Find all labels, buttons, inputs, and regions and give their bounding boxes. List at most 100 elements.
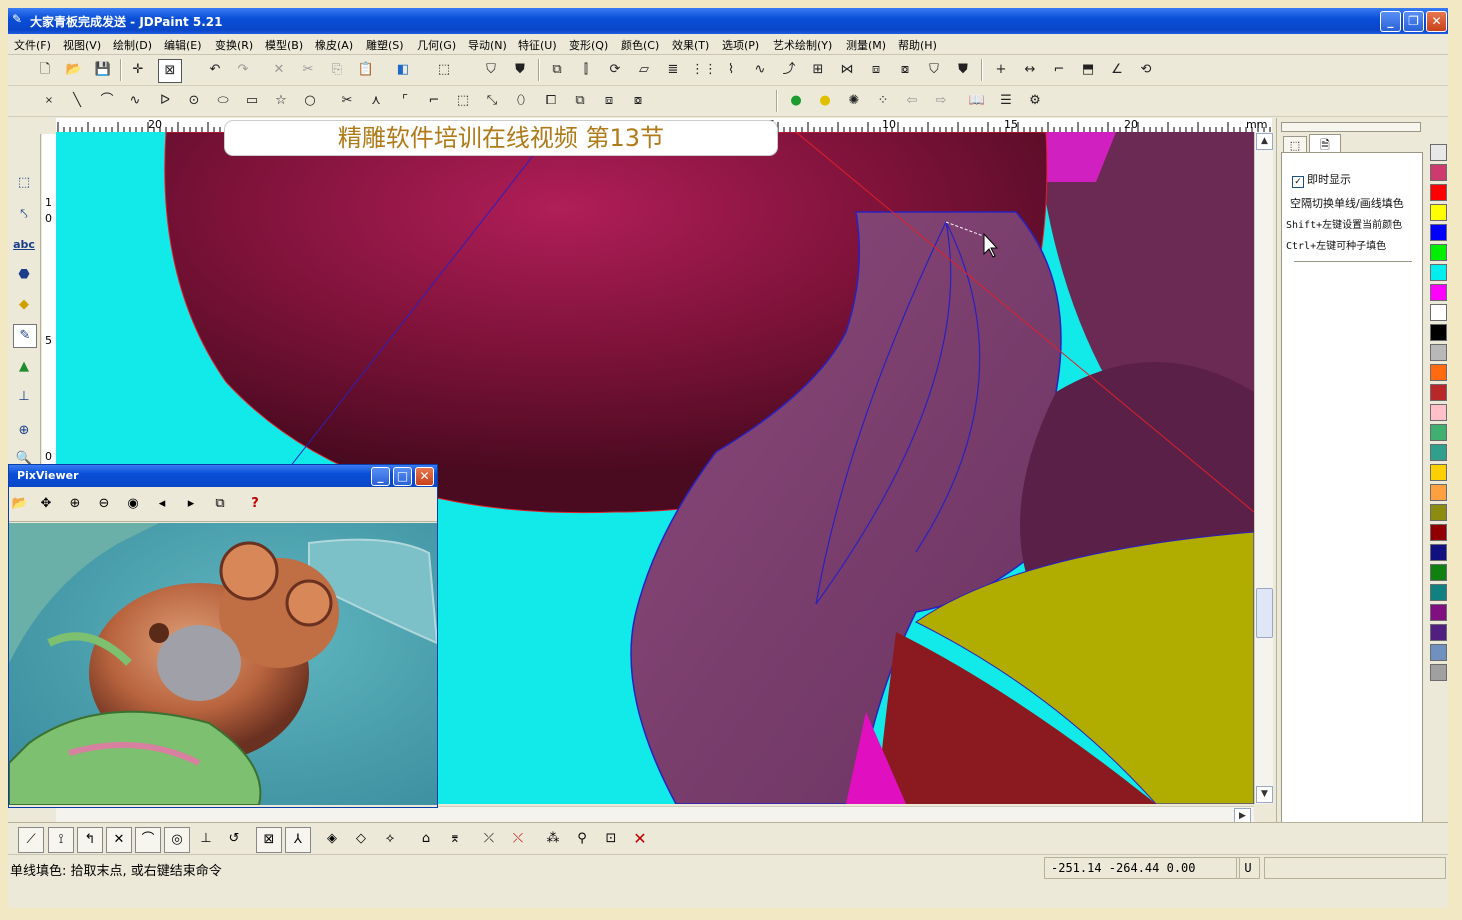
- menu-view[interactable]: 视图(V): [63, 37, 101, 53]
- redo-icon[interactable]: ↷: [232, 59, 254, 81]
- minimize-button[interactable]: _: [1380, 11, 1401, 32]
- color-swatch[interactable]: [1430, 524, 1447, 541]
- zoom-window-icon[interactable]: ⊕: [13, 420, 35, 442]
- remove-point-icon[interactable]: ⤫: [477, 827, 501, 851]
- color-swatch[interactable]: [1430, 204, 1447, 221]
- curve-fill-icon[interactable]: ↺: [222, 827, 246, 851]
- baseline-icon[interactable]: ⊥: [194, 827, 218, 851]
- seed-point-icon[interactable]: ⁂: [541, 827, 565, 851]
- text-tool-icon[interactable]: abc: [13, 234, 35, 256]
- shield-solid-icon[interactable]: ⛊: [952, 59, 974, 81]
- color-swatch[interactable]: [1430, 344, 1447, 361]
- color-swatch[interactable]: [1430, 384, 1447, 401]
- point-icon[interactable]: ×: [38, 90, 60, 112]
- menu-deform[interactable]: 变形(Q): [569, 37, 608, 53]
- star-icon[interactable]: ☆: [270, 90, 292, 112]
- scroll-thumb[interactable]: [1256, 588, 1273, 638]
- color-swatch[interactable]: [1430, 584, 1447, 601]
- color-swatch[interactable]: [1430, 644, 1447, 661]
- color-swatch[interactable]: [1430, 304, 1447, 321]
- shield-filled-icon[interactable]: ⛊: [509, 59, 531, 81]
- view-box-icon[interactable]: ⬚: [433, 59, 455, 81]
- offset-corner-icon[interactable]: ⬚: [452, 90, 474, 112]
- extend-icon[interactable]: ⋏: [365, 90, 387, 112]
- yellow-bulb-icon[interactable]: ●: [814, 90, 836, 112]
- pick-icon[interactable]: ⤣: [13, 204, 35, 226]
- select-box-icon[interactable]: ⊠: [158, 59, 182, 83]
- rotate-right-icon[interactable]: ▸: [180, 493, 202, 515]
- layers-icon[interactable]: ☰: [995, 90, 1017, 112]
- color-swatch[interactable]: [1430, 144, 1447, 161]
- color-swatch[interactable]: [1430, 404, 1447, 421]
- view-cube-icon[interactable]: ◧: [392, 59, 414, 81]
- color-swatch[interactable]: [1430, 604, 1447, 621]
- color-swatch[interactable]: [1430, 664, 1447, 681]
- close-button[interactable]: ✕: [1426, 11, 1447, 32]
- color-swatch[interactable]: [1430, 444, 1447, 461]
- color-swatch[interactable]: [1430, 244, 1447, 261]
- restore-button[interactable]: ❐: [1403, 11, 1424, 32]
- node-edit-icon[interactable]: ⤡: [481, 90, 503, 112]
- remove-node-icon[interactable]: ⤬: [506, 827, 530, 851]
- color-swatch[interactable]: [1430, 504, 1447, 521]
- join-icon[interactable]: ⧇: [627, 90, 649, 112]
- scroll-down-button[interactable]: ▼: [1256, 786, 1273, 803]
- crop-icon[interactable]: ⬒: [1077, 59, 1099, 81]
- color-swatch[interactable]: [1430, 364, 1447, 381]
- rotate-left-icon[interactable]: ◂: [151, 493, 173, 515]
- circle-icon[interactable]: ⊙: [183, 90, 205, 112]
- group-icon[interactable]: ⧈: [865, 59, 887, 81]
- menu-color[interactable]: 颜色(C): [621, 37, 659, 53]
- pixviewer-maximize-button[interactable]: □: [393, 467, 412, 486]
- vertical-scrollbar[interactable]: ▲ ▼: [1254, 132, 1273, 804]
- open-file-icon[interactable]: 📂: [9, 493, 31, 515]
- delete-icon[interactable]: ✕: [268, 59, 290, 81]
- paste-icon[interactable]: 📋: [355, 59, 377, 81]
- fill-tool-icon[interactable]: ◆: [13, 294, 35, 316]
- pencil-tool-icon[interactable]: ✎: [13, 324, 37, 348]
- clear-color-icon[interactable]: ⊡: [599, 827, 623, 851]
- zoom-out-icon[interactable]: ⊖: [93, 493, 115, 515]
- dimension-icon[interactable]: ↔: [1019, 59, 1041, 81]
- point-add-icon[interactable]: +: [990, 59, 1012, 81]
- menu-eraser[interactable]: 橡皮(A): [315, 37, 353, 53]
- panel-grip[interactable]: [1281, 122, 1421, 132]
- open-file-icon[interactable]: 📂: [63, 59, 85, 81]
- pixviewer-close-button[interactable]: ✕: [415, 467, 434, 486]
- dots-icon[interactable]: ⁘: [872, 90, 894, 112]
- undo-icon[interactable]: ↶: [204, 59, 226, 81]
- curve-icon[interactable]: ⌇: [720, 59, 742, 81]
- stack-icon[interactable]: ≣: [662, 59, 684, 81]
- cancel-icon[interactable]: ✕: [628, 827, 652, 851]
- measure-icon[interactable]: ⟲: [1135, 59, 1157, 81]
- sculpt-tool-icon[interactable]: ▲: [13, 356, 35, 378]
- menu-geometry[interactable]: 几何(G): [417, 37, 456, 53]
- diamond-outline-icon[interactable]: ◇: [349, 827, 373, 851]
- cross-fill-icon[interactable]: ✕: [106, 827, 132, 853]
- multi-line-fill-icon[interactable]: ⟟: [48, 827, 74, 853]
- menu-feature[interactable]: 特征(U): [518, 37, 557, 53]
- menu-effect[interactable]: 效果(T): [672, 37, 709, 53]
- spline-icon[interactable]: ∿: [749, 59, 771, 81]
- color-swatch[interactable]: [1430, 164, 1447, 181]
- forward-arrow-icon[interactable]: ⇨: [930, 90, 952, 112]
- array-icon[interactable]: ⊞: [807, 59, 829, 81]
- pixviewer-minimize-button[interactable]: _: [371, 467, 390, 486]
- split-icon[interactable]: ⧈: [598, 90, 620, 112]
- region-fill-icon[interactable]: ⌒: [135, 827, 161, 853]
- instant-display-checkbox[interactable]: ✓ 即时显示: [1292, 171, 1351, 188]
- select-node-icon[interactable]: ⬚: [13, 172, 35, 194]
- crosshair-icon[interactable]: ✛: [127, 59, 149, 81]
- ellipse-icon[interactable]: ⬭: [212, 90, 234, 112]
- path-icon[interactable]: ⤴: [778, 59, 800, 81]
- scroll-up-button[interactable]: ▲: [1256, 133, 1273, 150]
- skew-icon[interactable]: ▱: [633, 59, 655, 81]
- diamond-cross-icon[interactable]: ⟡: [378, 827, 402, 851]
- connect-icon[interactable]: ⧉: [569, 90, 591, 112]
- angle-icon[interactable]: ∠: [1106, 59, 1128, 81]
- shape-tool-icon[interactable]: ⬣: [13, 264, 35, 286]
- color-swatch[interactable]: [1430, 544, 1447, 561]
- trim-icon[interactable]: ✂: [336, 90, 358, 112]
- menu-art-draw[interactable]: 艺术绘制(Y): [773, 37, 832, 53]
- color-swatch[interactable]: [1430, 564, 1447, 581]
